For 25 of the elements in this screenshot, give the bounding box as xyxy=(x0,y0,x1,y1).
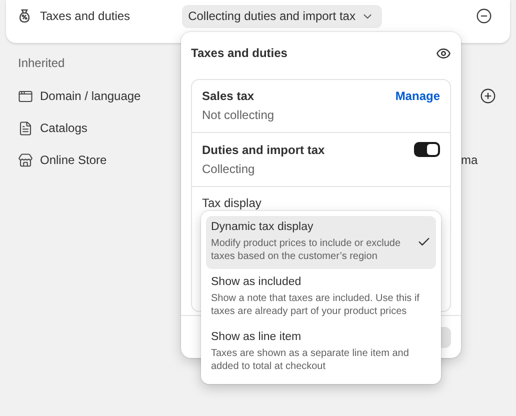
popover-title: Taxes and duties xyxy=(191,46,288,60)
row-label: Taxes and duties xyxy=(40,9,130,23)
inherited-item[interactable]: Catalogs xyxy=(40,121,88,135)
status-text: Not collecting xyxy=(202,108,276,122)
menu-option[interactable]: Show as line item Taxes are shown as a separate line item and added to total at checkout xyxy=(206,326,436,379)
window-icon xyxy=(18,88,33,104)
section-heading: Inherited xyxy=(18,56,66,70)
row-text: ma xyxy=(461,153,478,167)
toggle-switch[interactable] xyxy=(414,142,440,157)
menu-option[interactable]: Dynamic tax display Modify product prices to include or exclude taxes based on the customer’s region xyxy=(206,216,436,269)
document-icon xyxy=(18,120,33,136)
field-label: Tax display xyxy=(202,196,262,210)
add-icon[interactable] xyxy=(480,88,496,104)
manage-link[interactable]: Manage xyxy=(395,89,440,103)
inherited-item[interactable]: Online Store xyxy=(40,153,107,167)
remove-icon[interactable] xyxy=(476,8,492,24)
money-bag-icon xyxy=(18,9,31,23)
section-title: Sales tax xyxy=(202,89,254,103)
store-icon xyxy=(18,152,33,168)
section-title: Duties and import tax xyxy=(202,142,325,156)
status-text: Collecting xyxy=(202,162,256,176)
inherited-item[interactable]: Domain / language xyxy=(40,89,141,103)
menu-option[interactable]: Show as included Show a note that taxes are included. Use this if taxes are already part of your product prices xyxy=(206,271,436,324)
eye-icon[interactable] xyxy=(436,46,451,60)
status-dropdown[interactable]: Collecting duties and import tax xyxy=(182,4,382,28)
